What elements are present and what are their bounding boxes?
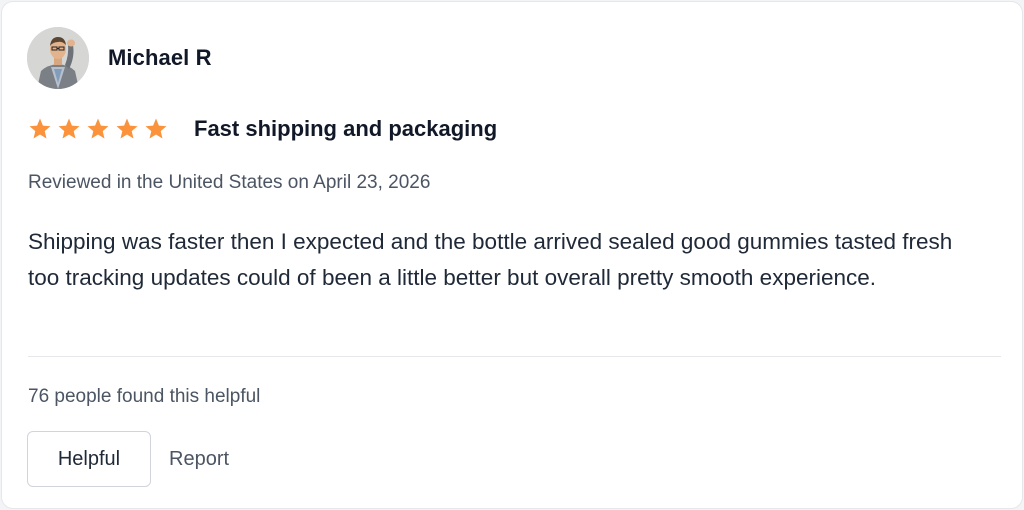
avatar [27, 27, 89, 89]
review-card: Michael R Fast shipping and packaging Re… [1, 1, 1023, 509]
star-icon [115, 117, 139, 141]
star-rating [28, 117, 168, 141]
helpful-button[interactable]: Helpful [27, 431, 151, 487]
review-date: Reviewed in the United States on April 2… [28, 172, 431, 193]
avatar-photo [27, 27, 89, 89]
review-title: Fast shipping and packaging [194, 116, 498, 141]
review-body: Shipping was faster then I expected and … [28, 229, 953, 290]
star-icon [86, 117, 110, 141]
review-actions: Helpful Report [27, 431, 229, 487]
rating-row: Fast shipping and packaging [28, 116, 497, 142]
divider [28, 356, 1001, 357]
report-link[interactable]: Report [169, 448, 229, 471]
helpful-count: 76 people found this helpful [28, 386, 261, 407]
author-name: Michael R [108, 45, 212, 70]
star-icon [57, 117, 81, 141]
star-icon [28, 117, 52, 141]
review-author: Michael R [27, 27, 212, 89]
star-icon [144, 117, 168, 141]
